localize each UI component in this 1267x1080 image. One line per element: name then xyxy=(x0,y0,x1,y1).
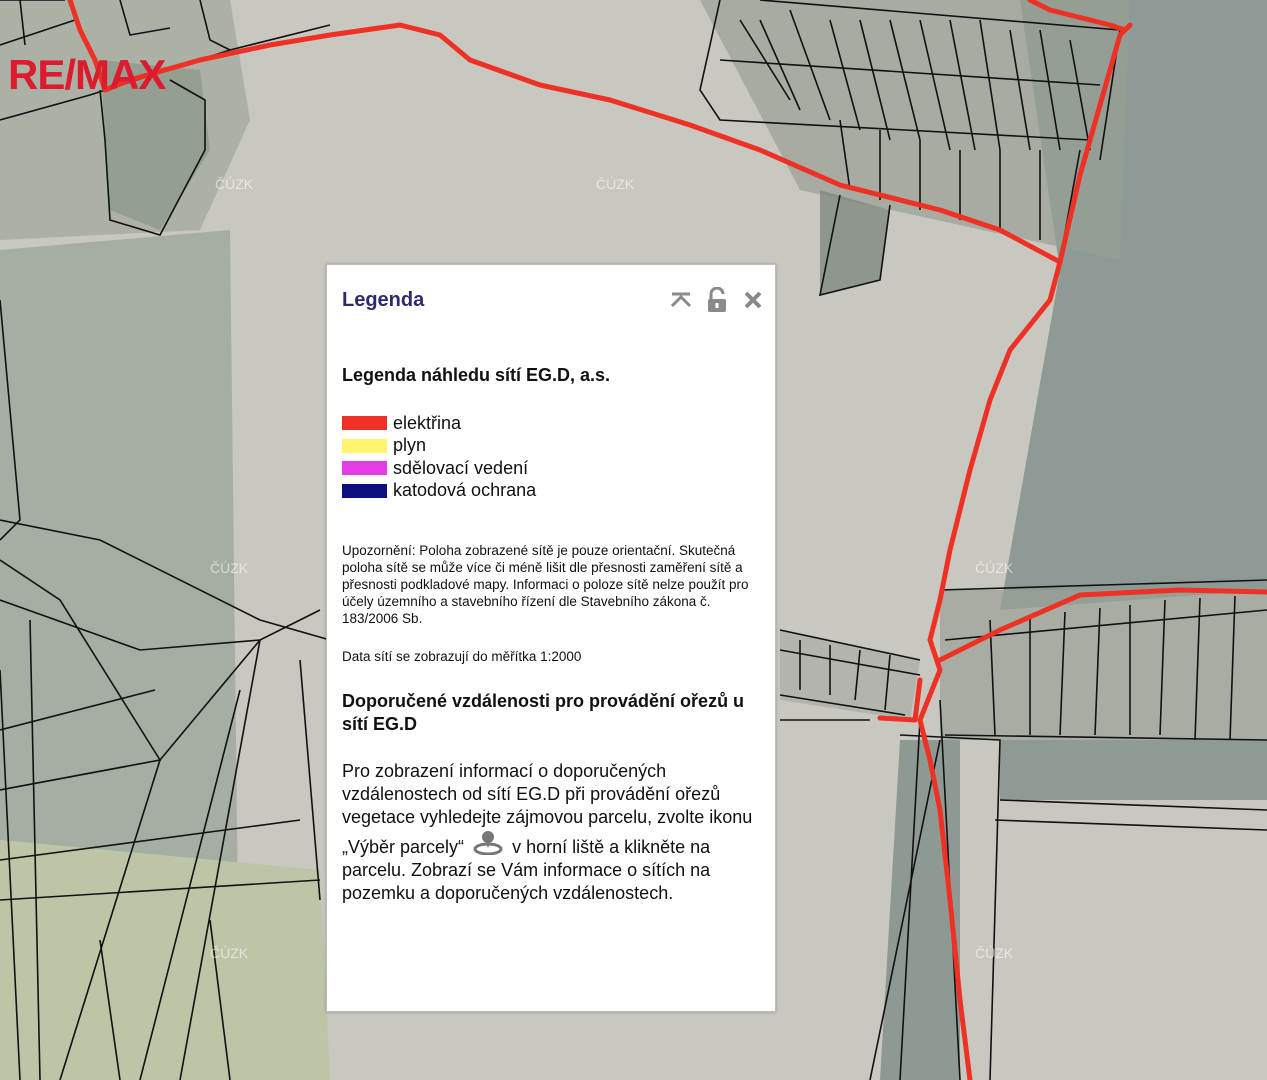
collapse-up-icon[interactable] xyxy=(669,287,693,313)
scale-note: Data sítí se zobrazují do měřítka 1:2000 xyxy=(342,649,582,664)
watermark: ČÚZK xyxy=(215,176,254,192)
watermark: ČÚZK xyxy=(210,945,249,961)
logo-text: RE/MAX xyxy=(8,51,166,98)
legend-item-telecom: sdělovací vedení xyxy=(342,457,761,480)
legend-content: Legenda náhledu sítí EG.D, a.s. elektřin… xyxy=(342,365,761,905)
legend-item-gas: plyn xyxy=(342,435,761,458)
legend-item-cathodic: katodová ochrana xyxy=(342,480,761,503)
legend-heading: Legenda náhledu sítí EG.D, a.s. xyxy=(342,365,611,385)
watermark: ČÚZK xyxy=(210,560,249,576)
legend-label: sdělovací vedení xyxy=(393,457,529,478)
swatch-telecom xyxy=(342,461,387,476)
parcel-select-icon xyxy=(473,829,503,856)
close-icon[interactable] xyxy=(741,287,765,313)
swatch-gas xyxy=(342,438,387,453)
watermark: ČÚZK xyxy=(975,945,1014,961)
pruning-instructions: Pro zobrazení informací o doporučených v… xyxy=(342,760,761,905)
pruning-heading: Doporučené vzdálenosti pro provádění oře… xyxy=(342,691,745,734)
disclaimer-text: Upozornění: Poloha zobrazené sítě je pou… xyxy=(342,543,749,626)
legend-panel: Legenda Legenda náhledu sítí EG.D, a.s. … xyxy=(326,264,776,1012)
remax-logo: RE/MAX xyxy=(8,51,166,98)
watermark: ČÚZK xyxy=(596,176,635,192)
panel-toolbar xyxy=(669,287,765,313)
swatch-cathodic xyxy=(342,483,387,498)
legend-label: katodová ochrana xyxy=(393,480,537,501)
swatch-electricity xyxy=(342,416,387,431)
watermark: ČÚZK xyxy=(975,560,1014,576)
legend-label: plyn xyxy=(393,435,427,456)
panel-title: Legenda xyxy=(342,289,425,311)
legend-label: elektřina xyxy=(393,412,462,433)
unlock-icon[interactable] xyxy=(705,287,729,313)
legend-item-electricity: elektřina xyxy=(342,412,761,435)
